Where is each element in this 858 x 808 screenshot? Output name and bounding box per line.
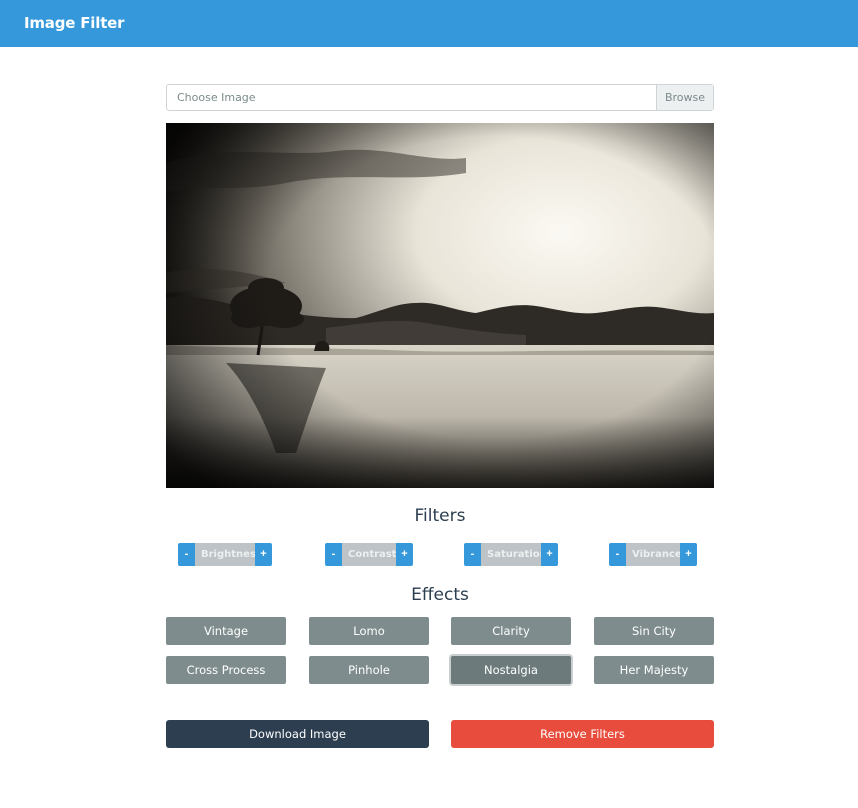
- vibrance-label: Vibrance: [626, 543, 682, 566]
- effect-sin-city-button[interactable]: Sin City: [594, 617, 714, 645]
- effect-pinhole-button[interactable]: Pinhole: [309, 656, 429, 684]
- effect-vintage-button[interactable]: Vintage: [166, 617, 286, 645]
- saturation-increase-button[interactable]: +: [541, 543, 558, 566]
- effect-clarity-button[interactable]: Clarity: [451, 617, 571, 645]
- brightness-decrease-button[interactable]: -: [178, 543, 195, 566]
- browse-button[interactable]: Browse: [656, 85, 713, 110]
- contrast-label: Contrast: [342, 543, 397, 566]
- download-image-button[interactable]: Download Image: [166, 720, 429, 748]
- vibrance-increase-button[interactable]: +: [680, 543, 697, 566]
- choose-image-input[interactable]: [167, 85, 657, 110]
- filter-vibrance: - Vibrance +: [609, 543, 697, 566]
- file-picker[interactable]: Browse: [166, 84, 714, 111]
- brightness-increase-button[interactable]: +: [255, 543, 272, 566]
- effect-lomo-button[interactable]: Lomo: [309, 617, 429, 645]
- app-brand[interactable]: Image Filter: [24, 14, 125, 32]
- contrast-decrease-button[interactable]: -: [325, 543, 342, 566]
- saturation-label: Saturation: [481, 543, 547, 566]
- effect-cross-process-button[interactable]: Cross Process: [166, 656, 286, 684]
- top-navbar: Image Filter: [0, 0, 858, 47]
- saturation-decrease-button[interactable]: -: [464, 543, 481, 566]
- filter-brightness: - Brightness +: [178, 543, 272, 566]
- effect-nostalgia-button[interactable]: Nostalgia: [451, 656, 571, 684]
- vibrance-decrease-button[interactable]: -: [609, 543, 626, 566]
- image-preview: [166, 123, 714, 488]
- effect-her-majesty-button[interactable]: Her Majesty: [594, 656, 714, 684]
- preview-photo: [166, 123, 714, 488]
- brightness-label: Brightness: [195, 543, 262, 566]
- remove-filters-button[interactable]: Remove Filters: [451, 720, 714, 748]
- contrast-increase-button[interactable]: +: [396, 543, 413, 566]
- filter-saturation: - Saturation +: [464, 543, 558, 566]
- filter-contrast: - Contrast +: [325, 543, 413, 566]
- filters-heading: Filters: [414, 506, 466, 526]
- effects-heading: Effects: [411, 585, 469, 605]
